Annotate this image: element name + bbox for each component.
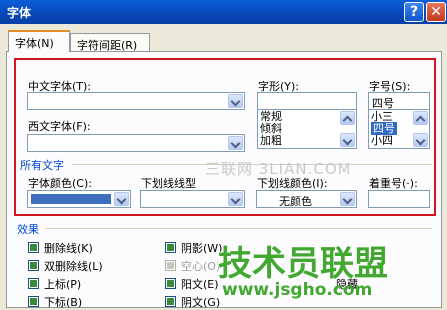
scroll-down-icon[interactable]: [413, 133, 428, 147]
logo-text: 技术员联盟: [218, 244, 388, 284]
logo-url: www.jsgho.com: [222, 280, 373, 300]
size-list[interactable]: 小三 四号 小四: [368, 109, 430, 149]
superscript-label: 上标(P): [44, 278, 82, 291]
double-strikethrough-checkbox[interactable]: [28, 260, 39, 271]
subscript-checkbox[interactable]: [28, 296, 39, 307]
underline-color-combo[interactable]: 无颜色: [256, 190, 357, 208]
emphasis-label: 着重号(·):: [369, 177, 418, 190]
western-font-label: 西文字体(F):: [28, 120, 91, 133]
chevron-down-icon[interactable]: [340, 192, 355, 206]
strikethrough-checkbox[interactable]: [28, 242, 39, 253]
chevron-down-icon[interactable]: [228, 192, 243, 206]
window-title: 字体: [7, 6, 32, 20]
emphasis-combo[interactable]: [368, 190, 430, 208]
list-item[interactable]: 加粗: [260, 134, 282, 147]
list-item[interactable]: 小四: [371, 134, 393, 147]
group-divider: [46, 228, 432, 229]
chevron-down-icon[interactable]: [114, 192, 129, 206]
font-color-label: 字体颜色(C):: [28, 177, 92, 190]
underline-style-combo[interactable]: [140, 190, 245, 208]
style-list[interactable]: 常规 倾斜 加粗: [257, 109, 357, 149]
chevron-down-icon[interactable]: [228, 94, 243, 108]
close-button[interactable]: ✕: [426, 2, 446, 22]
shadow-checkbox[interactable]: [165, 242, 176, 253]
size-input[interactable]: 四号: [368, 92, 430, 110]
title-bar: 字体 ? ✕: [0, 0, 447, 24]
watermark-text: 三联网 3LIAN.COM: [205, 160, 352, 178]
font-color-combo[interactable]: [27, 190, 131, 208]
scroll-up-icon[interactable]: [340, 111, 355, 126]
help-button[interactable]: ?: [404, 2, 424, 22]
scroll-down-icon[interactable]: [340, 133, 355, 147]
underline-style-label: 下划线线型: [141, 177, 196, 190]
engrave-checkbox[interactable]: [165, 296, 176, 307]
color-swatch: [31, 194, 111, 204]
superscript-checkbox[interactable]: [28, 278, 39, 289]
western-font-combo[interactable]: [27, 134, 245, 152]
strikethrough-label: 删除线(K): [44, 242, 93, 255]
outline-label: 空心(O): [181, 260, 221, 273]
effects-group-title: 效果: [17, 223, 39, 236]
style-input[interactable]: [257, 92, 357, 110]
chevron-down-icon[interactable]: [228, 136, 243, 150]
tab-font[interactable]: 字体(N): [8, 30, 70, 52]
emboss-label: 阳文(E): [181, 278, 219, 291]
emboss-checkbox[interactable]: [165, 278, 176, 289]
tab-character-spacing[interactable]: 字符间距(R): [70, 33, 150, 53]
underline-color-value: 无颜色: [279, 195, 312, 208]
shadow-label: 阴影(W): [181, 242, 223, 255]
all-text-group-title: 所有文字: [20, 159, 64, 172]
double-strikethrough-label: 双删除线(L): [44, 260, 103, 273]
scroll-up-icon[interactable]: [413, 111, 428, 126]
chinese-font-combo[interactable]: [27, 92, 245, 110]
outline-checkbox[interactable]: [165, 260, 176, 271]
